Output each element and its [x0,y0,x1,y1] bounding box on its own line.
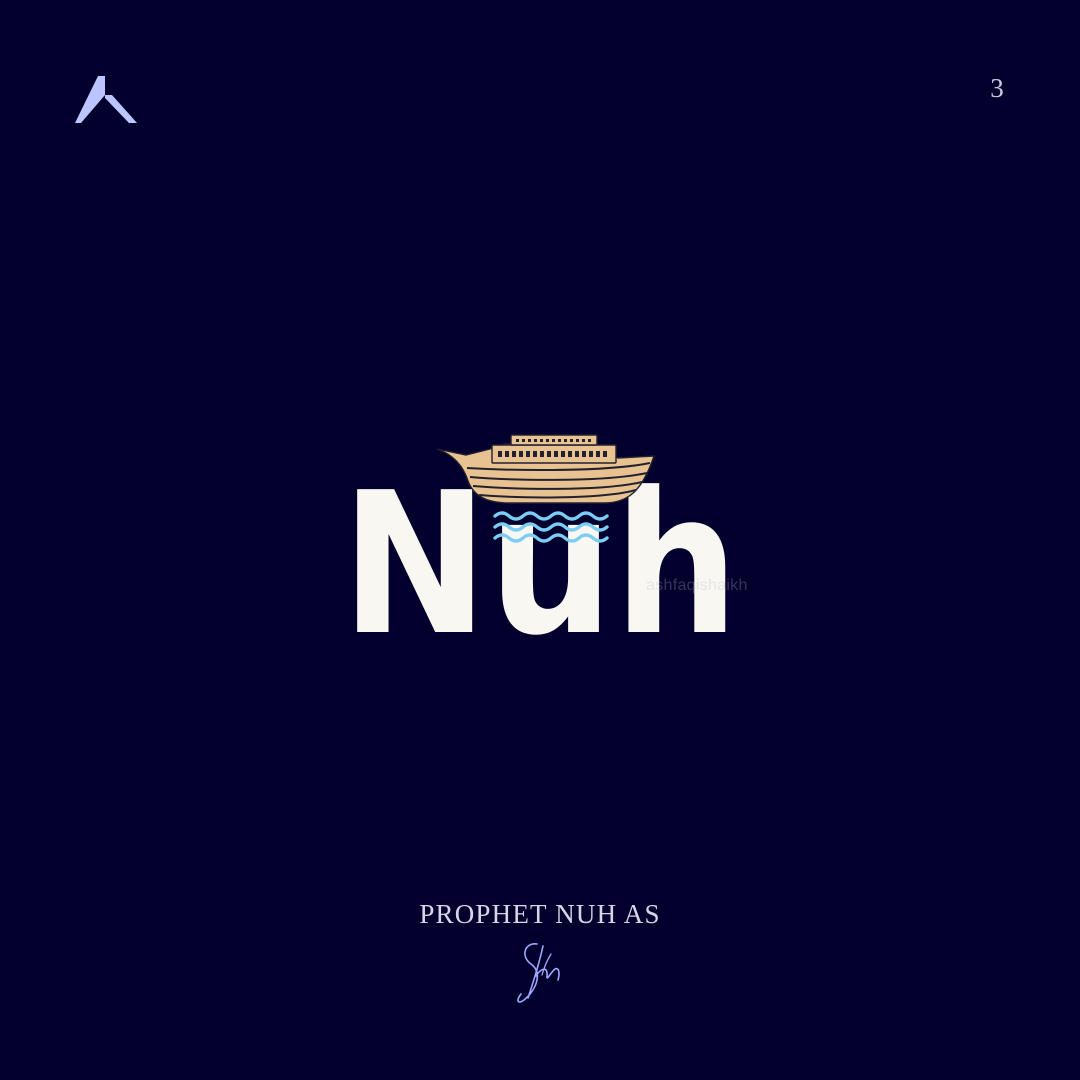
watermark: ashfaqishaikh [646,577,748,594]
signature-icon [517,943,560,1003]
caption: PROPHET NUH AS [419,899,661,929]
